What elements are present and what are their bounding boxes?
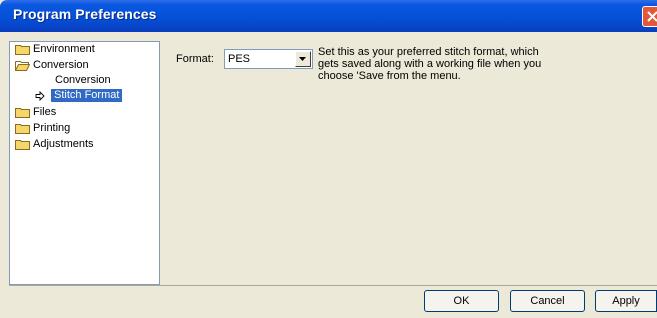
format-select-value: PES (228, 53, 251, 65)
arrow-right-icon (35, 91, 45, 101)
tree-item-label: Printing (33, 122, 71, 134)
category-tree[interactable]: Environment Conversion Conversion Stitch… (9, 41, 160, 285)
description-line: Set this as your preferred stitch format… (318, 46, 539, 58)
title-bar[interactable]: Program Preferences (0, 0, 657, 32)
description-line: choose 'Save from the menu. (318, 70, 461, 82)
ok-button[interactable]: OK (424, 290, 499, 312)
folder-icon (15, 140, 30, 150)
tree-item-label: Conversion (33, 59, 89, 71)
preferences-window: Program Preferences Environment Conversi… (0, 0, 657, 318)
folder-open-icon (15, 61, 30, 71)
tree-item-label: Stitch Format (51, 89, 123, 102)
cancel-button[interactable]: Cancel (510, 290, 585, 312)
chevron-down-icon (299, 57, 306, 61)
folder-icon (15, 45, 30, 55)
tree-item-label: Conversion (55, 74, 111, 86)
format-description: Set this as your preferred stitch format… (318, 46, 558, 82)
description-line: gets saved along with a working file whe… (318, 58, 542, 70)
format-label: Format: (176, 53, 214, 65)
format-select[interactable]: PES (224, 49, 313, 69)
apply-button[interactable]: Apply (595, 290, 657, 312)
settings-panel: Format: PES Set this as your preferred s… (160, 41, 657, 285)
close-icon (647, 11, 657, 22)
format-dropdown-button[interactable] (295, 51, 311, 67)
tree-item-label: Environment (33, 43, 95, 55)
tree-item-label: Adjustments (33, 138, 94, 150)
close-button[interactable] (642, 6, 657, 27)
folder-icon (15, 124, 30, 134)
tree-item-label: Files (33, 106, 57, 118)
window-title: Program Preferences (13, 6, 157, 22)
footer-divider (9, 285, 657, 286)
folder-icon (15, 108, 30, 118)
